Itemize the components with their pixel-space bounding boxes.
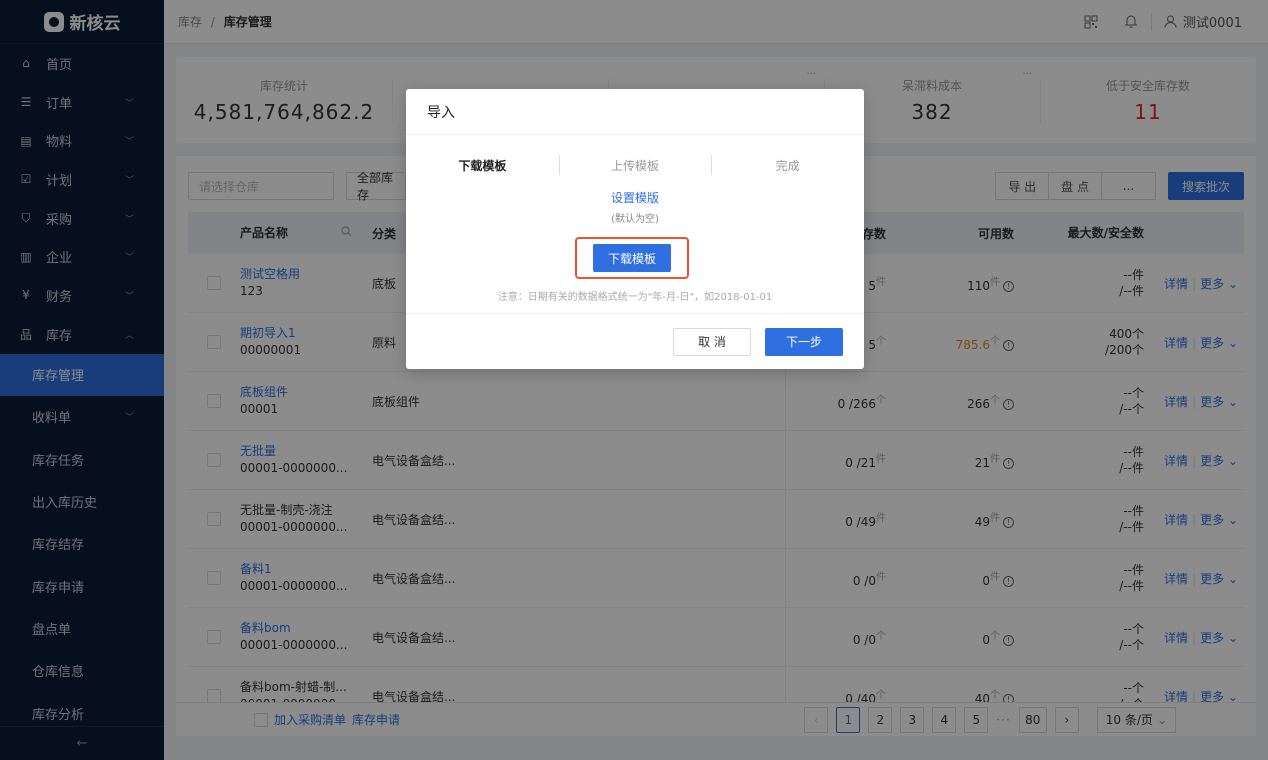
modal-footer: 取 消 下一步: [406, 313, 864, 369]
set-template-link[interactable]: 设置模版: [406, 189, 864, 206]
download-template-button[interactable]: 下载模板: [593, 244, 671, 272]
modal-title: 导入: [406, 89, 864, 135]
import-step: 上传模板: [558, 154, 712, 175]
download-template-highlight: 下载模板: [575, 237, 689, 279]
next-step-button[interactable]: 下一步: [765, 327, 843, 356]
import-step: 下载模板: [458, 158, 507, 173]
import-step: 完成: [711, 154, 864, 175]
import-steps: 下载模板 上传模板 完成: [406, 145, 864, 185]
cancel-button[interactable]: 取 消: [673, 327, 751, 356]
template-default-hint: (默认为空): [611, 214, 659, 225]
date-format-note: 注意：日期有关的数据格式统一为"年-月-日"，如2018-01-01: [497, 292, 773, 303]
import-modal: 导入 下载模板 上传模板 完成 设置模版 (默认为空) 下载模板 注意：日期有关的数…: [406, 89, 864, 369]
